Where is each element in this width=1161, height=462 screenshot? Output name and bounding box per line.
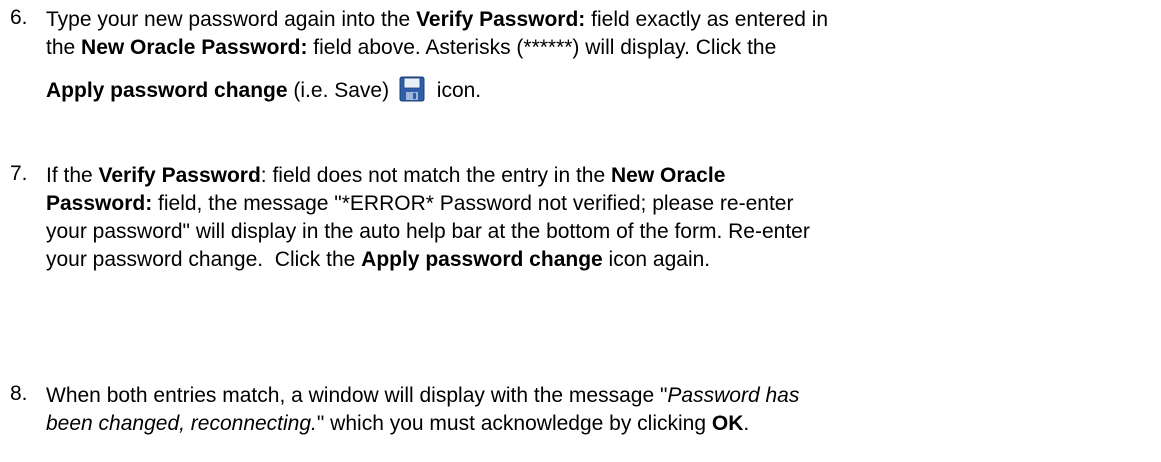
step-text: Type your new password again into the Ve… bbox=[46, 6, 1155, 105]
bold-term: Verify Password: bbox=[416, 8, 586, 31]
text-line: your password" will display in the auto … bbox=[46, 218, 1155, 246]
step-number: 7. bbox=[10, 162, 28, 185]
bold-term: Apply password change bbox=[46, 79, 288, 102]
text: field above. Asterisks (******) will dis… bbox=[307, 36, 777, 59]
text: : field does not match the entry in the bbox=[260, 164, 611, 187]
text: field exactly as entered in bbox=[585, 8, 829, 31]
text-line: When both entries match, a window will d… bbox=[46, 382, 1155, 410]
text-line: the New Oracle Password: field above. As… bbox=[46, 34, 1155, 62]
bold-term: OK bbox=[711, 412, 744, 435]
step-number: 8. bbox=[10, 382, 28, 405]
text: (i.e. Save) bbox=[287, 79, 395, 102]
save-floppy-icon bbox=[399, 76, 425, 102]
bold-term: Verify Password bbox=[98, 164, 261, 187]
italic-message: Password has bbox=[667, 384, 800, 407]
text-line: Type your new password again into the Ve… bbox=[46, 6, 1155, 34]
bold-term: Apply password change bbox=[361, 248, 603, 271]
bold-term: New Oracle Password: bbox=[81, 36, 308, 59]
text: icon. bbox=[430, 79, 482, 102]
step-text: When both entries match, a window will d… bbox=[46, 382, 1155, 438]
step-number: 6. bbox=[10, 6, 28, 29]
text-line: If the Verify Password: field does not m… bbox=[46, 162, 1155, 190]
text: " which you must acknowledge by clicking bbox=[316, 412, 712, 435]
text-line: Password: field, the message "*ERROR* Pa… bbox=[46, 190, 1155, 218]
italic-message: been changed, reconnecting. bbox=[46, 412, 317, 435]
text: your password" will display in the auto … bbox=[46, 220, 810, 243]
text: icon again. bbox=[602, 248, 711, 271]
text: your password change. Click the bbox=[46, 248, 362, 271]
text: field, the message "*ERROR* Password not… bbox=[152, 192, 794, 215]
text: If the bbox=[46, 164, 99, 187]
bold-term: Password: bbox=[46, 192, 153, 215]
text-line: your password change. Click the Apply pa… bbox=[46, 246, 1155, 274]
text: . bbox=[743, 412, 750, 435]
text-line: been changed, reconnecting." which you m… bbox=[46, 410, 1155, 438]
text: When both entries match, a window will d… bbox=[46, 384, 668, 407]
text: the bbox=[46, 36, 82, 59]
text: Type your new password again into the bbox=[46, 8, 417, 31]
step-text: If the Verify Password: field does not m… bbox=[46, 162, 1155, 274]
bold-term: New Oracle bbox=[610, 164, 726, 187]
text-line: Apply password change (i.e. Save) icon. bbox=[46, 76, 1155, 105]
